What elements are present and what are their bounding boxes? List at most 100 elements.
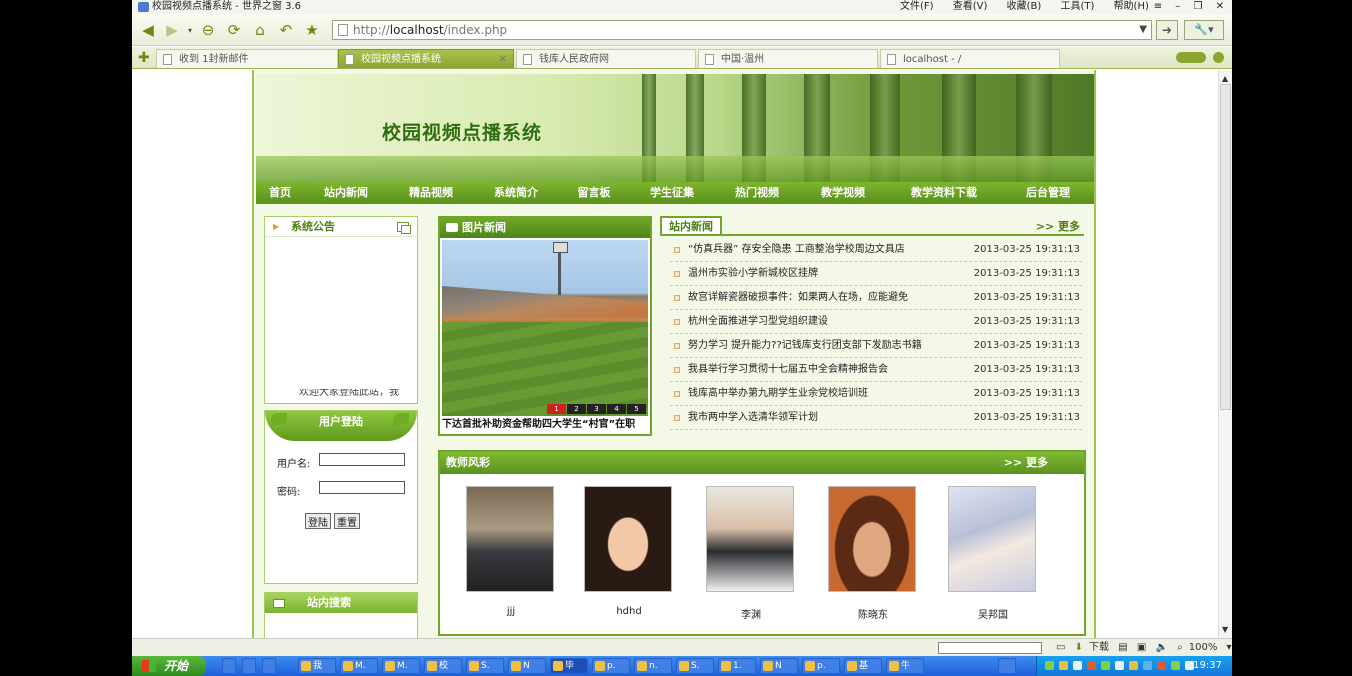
- news-item[interactable]: 杭州全面推进学习型党组织建设 2013-03-25 19:31:13: [670, 310, 1082, 334]
- nav-guestbook[interactable]: 留言板: [558, 182, 630, 204]
- photo-page-button[interactable]: 4: [607, 404, 626, 414]
- tab-campus-video[interactable]: 校园视频点播系统 ✕: [338, 49, 514, 68]
- photo-news-caption[interactable]: 下达首批补助资金帮助四大学生“村官”在职: [442, 418, 648, 432]
- password-input[interactable]: [319, 481, 405, 494]
- menu-file[interactable]: 文件(F): [900, 1, 934, 12]
- nav-featured-video[interactable]: 精品视频: [388, 182, 474, 204]
- news-item[interactable]: 温州市实验小学新城校区挂牌 2013-03-25 19:31:13: [670, 262, 1082, 286]
- tab-qianku-gov[interactable]: 钱库人民政府网: [516, 49, 696, 68]
- download-label[interactable]: 下载: [1089, 642, 1109, 653]
- back-icon[interactable]: ◀: [138, 20, 158, 40]
- teachers-more-link[interactable]: >> 更多: [1004, 452, 1048, 474]
- taskbar-item[interactable]: M.: [382, 658, 420, 674]
- quicklaunch-icon[interactable]: [222, 658, 236, 674]
- teacher-photo[interactable]: [706, 486, 794, 592]
- login-button[interactable]: 登陆: [305, 513, 331, 529]
- nav-home[interactable]: 首页: [256, 182, 304, 204]
- site-news-more-link[interactable]: >> 更多: [1036, 218, 1080, 234]
- nav-system-intro[interactable]: 系统简介: [474, 182, 558, 204]
- undo-close-icon[interactable]: ↶: [276, 20, 296, 40]
- taskbar-item[interactable]: N: [760, 658, 798, 674]
- photo-page-button[interactable]: 5: [627, 404, 646, 414]
- keyboard-icon[interactable]: [998, 658, 1016, 674]
- teacher-photo[interactable]: [466, 486, 554, 592]
- username-input[interactable]: [319, 453, 405, 466]
- taskbar-item[interactable]: p.: [592, 658, 630, 674]
- photo-page-button[interactable]: 2: [567, 404, 586, 414]
- teacher-name[interactable]: 陈晓东: [828, 606, 918, 621]
- teacher-photo[interactable]: [948, 486, 1036, 592]
- tools-wrench-icon[interactable]: 🔧▾: [1184, 20, 1224, 40]
- reset-button[interactable]: 重置: [334, 513, 360, 529]
- teacher-name[interactable]: 吴邦国: [948, 606, 1038, 621]
- tab-close-icon[interactable]: ✕: [499, 50, 507, 68]
- taskbar-item[interactable]: 1.: [718, 658, 756, 674]
- teacher-card[interactable]: 李渊: [706, 486, 796, 621]
- nav-admin[interactable]: 后台管理: [1002, 182, 1094, 204]
- tray-icon[interactable]: [1045, 661, 1054, 670]
- favorite-star-icon[interactable]: ★: [302, 20, 322, 40]
- nav-student-recruit[interactable]: 学生征集: [630, 182, 714, 204]
- home-icon[interactable]: ⌂: [250, 20, 270, 40]
- tray-icon[interactable]: [1073, 661, 1082, 670]
- teacher-name[interactable]: hdhd: [584, 606, 674, 617]
- zoom-level[interactable]: 100%: [1189, 642, 1218, 653]
- stop-icon[interactable]: ⊖: [198, 20, 218, 40]
- quicklaunch-icon[interactable]: [242, 658, 256, 674]
- zoom-icon[interactable]: ⌕: [1177, 642, 1183, 653]
- taskbar-item[interactable]: 毕: [550, 658, 588, 674]
- nav-materials-download[interactable]: 教学资料下载: [886, 182, 1002, 204]
- news-item[interactable]: 努力学习 提升能力??记钱库支行团支部下发励志书籍 2013-03-25 19:3…: [670, 334, 1082, 358]
- tray-icon[interactable]: [1129, 661, 1138, 670]
- news-title[interactable]: 故宫详解瓷器破损事件：如果两人在场，应能避免: [688, 292, 908, 303]
- news-item[interactable]: 钱库高中举办第九期学生业余党校培训班 2013-03-25 19:31:13: [670, 382, 1082, 406]
- tab-mail[interactable]: 收到 1封新邮件: [156, 49, 338, 68]
- teacher-name[interactable]: jjj: [466, 606, 556, 617]
- address-dropdown-icon[interactable]: ▼: [1139, 21, 1147, 39]
- news-title[interactable]: 我市两中学入选清华领军计划: [688, 412, 818, 423]
- scroll-up-icon[interactable]: ▲: [1222, 74, 1228, 83]
- news-item[interactable]: 我县举行学习贯彻十七届五中全会精神报告会 2013-03-25 19:31:13: [670, 358, 1082, 382]
- go-button[interactable]: ➜: [1156, 20, 1178, 40]
- nav-site-news[interactable]: 站内新闻: [304, 182, 388, 204]
- news-title[interactable]: 我县举行学习贯彻十七届五中全会精神报告会: [688, 364, 888, 375]
- tray-icon[interactable]: [1115, 661, 1124, 670]
- nav-teaching-video[interactable]: 教学视频: [800, 182, 886, 204]
- taskbar-item[interactable]: M.: [340, 658, 378, 674]
- taskbar-item[interactable]: 牛: [886, 658, 924, 674]
- teacher-photo[interactable]: [828, 486, 916, 592]
- start-button[interactable]: 开始: [132, 656, 206, 676]
- news-item[interactable]: 我市两中学入选清华领军计划 2013-03-25 19:31:13: [670, 406, 1082, 430]
- tray-icon[interactable]: [1101, 661, 1110, 670]
- tray-icon[interactable]: ▣: [1137, 642, 1146, 653]
- teacher-name[interactable]: 李渊: [706, 606, 796, 621]
- close-icon[interactable]: ✕: [1216, 1, 1224, 12]
- teacher-card[interactable]: 吴邦国: [948, 486, 1038, 621]
- volume-icon[interactable]: 🔈: [1156, 642, 1168, 653]
- taskbar-item[interactable]: N: [508, 658, 546, 674]
- scrollbar-thumb[interactable]: [1220, 84, 1231, 410]
- tab-wenzhou[interactable]: 中国·温州: [698, 49, 878, 68]
- tab-localhost[interactable]: localhost - /: [880, 49, 1060, 68]
- photo-page-button[interactable]: 1: [547, 404, 566, 414]
- taskbar-item[interactable]: p.: [802, 658, 840, 674]
- menu-favorites[interactable]: 收藏(B): [1007, 1, 1042, 12]
- tray-icon[interactable]: [1171, 661, 1180, 670]
- menu-view[interactable]: 查看(V): [953, 1, 988, 12]
- news-item[interactable]: 故宫详解瓷器破损事件：如果两人在场，应能避免 2013-03-25 19:31:1…: [670, 286, 1082, 310]
- teacher-card[interactable]: hdhd: [584, 486, 674, 617]
- menu-tools[interactable]: 工具(T): [1060, 1, 1094, 12]
- taskbar-item[interactable]: S.: [676, 658, 714, 674]
- document-icon[interactable]: ▤: [1118, 642, 1127, 653]
- address-bar[interactable]: http://localhost/index.php ▼: [332, 20, 1152, 40]
- tray-icon[interactable]: [1059, 661, 1068, 670]
- chevron-down-icon[interactable]: ▾: [180, 20, 200, 40]
- new-tab-plus-icon[interactable]: ✚: [138, 50, 150, 66]
- list-icon[interactable]: ≡: [1154, 1, 1162, 12]
- forward-icon[interactable]: ▶: [162, 20, 182, 40]
- minimize-icon[interactable]: –: [1175, 1, 1180, 12]
- tray-icon[interactable]: [1157, 661, 1166, 670]
- teacher-card[interactable]: 陈晓东: [828, 486, 918, 621]
- taskbar-item[interactable]: 校: [424, 658, 462, 674]
- tray-icon[interactable]: [1143, 661, 1152, 670]
